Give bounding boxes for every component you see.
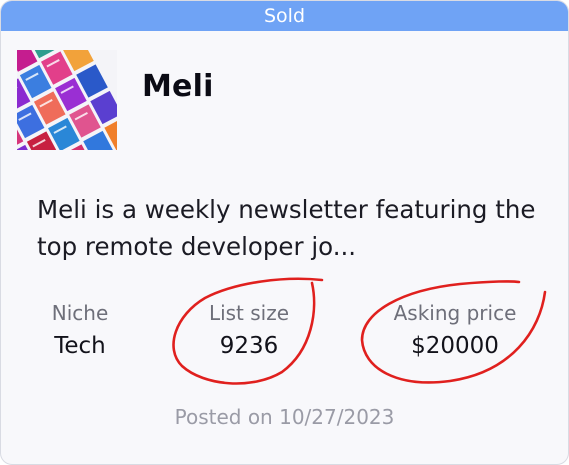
asking-price-value: $20000 (411, 333, 499, 359)
newsletter-thumbnail (17, 50, 117, 150)
stat-asking-price: Asking price $20000 (365, 301, 545, 361)
niche-value: Tech (54, 333, 106, 359)
list-size-value: 9236 (219, 333, 279, 359)
stat-niche: Niche Tech (30, 301, 130, 361)
listing-card[interactable]: Sold Meli Meli is a weekly newsletter fe… (0, 0, 569, 465)
collage-image (17, 50, 117, 150)
list-size-label: List size (208, 301, 290, 325)
asking-price-label: Asking price (393, 301, 517, 325)
niche-label: Niche (51, 301, 109, 325)
stat-list-size: List size 9236 (174, 301, 324, 361)
posted-date-value: 10/27/2023 (279, 405, 395, 429)
sold-banner: Sold (1, 1, 568, 31)
posted-date: Posted on 10/27/2023 (1, 405, 568, 429)
listing-description: Meli is a weekly newsletter featuring th… (37, 195, 536, 261)
posted-prefix: Posted on (174, 405, 273, 429)
listing-title[interactable]: Meli (142, 69, 214, 104)
